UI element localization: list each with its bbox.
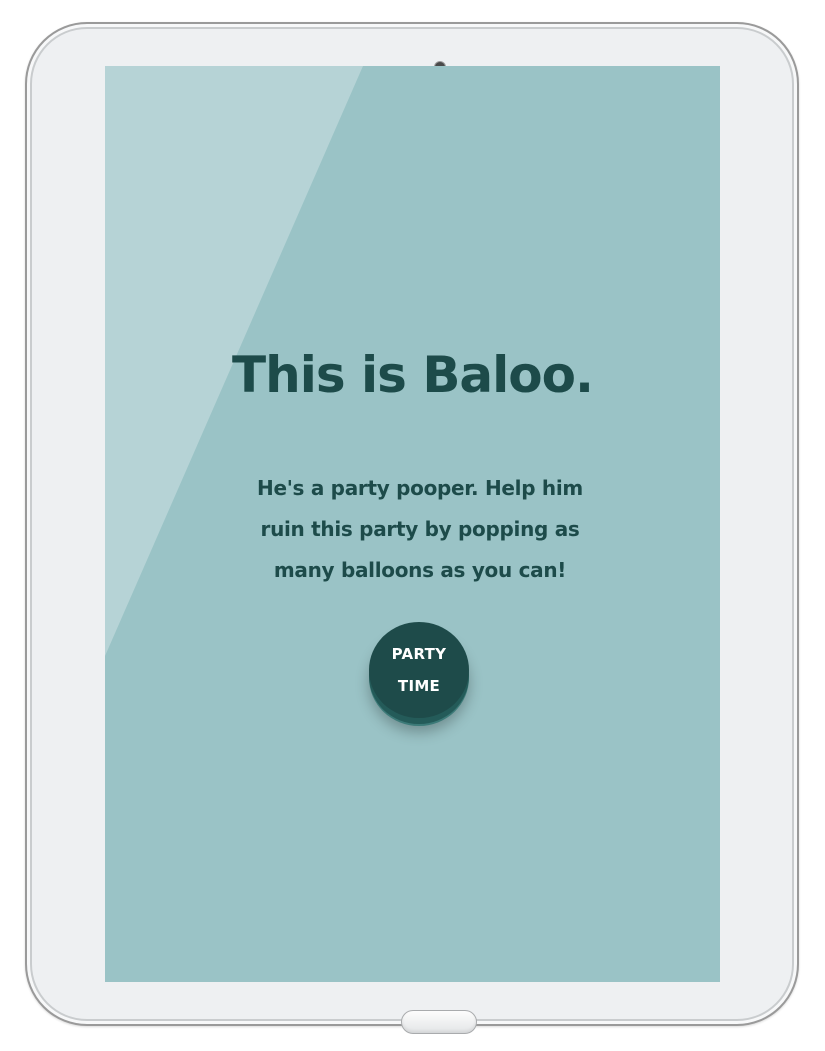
party-time-button[interactable]: PARTY TIME (369, 622, 469, 718)
party-time-button-line1: PARTY (391, 645, 447, 663)
home-button[interactable] (401, 1010, 477, 1034)
intro-text: He's a party pooper. Help him ruin this … (257, 476, 583, 582)
app-screen: This is Baloo. He's a party pooper. Help… (105, 66, 720, 982)
party-time-button-line2: TIME (397, 677, 441, 695)
page-title: This is Baloo. (232, 346, 594, 404)
